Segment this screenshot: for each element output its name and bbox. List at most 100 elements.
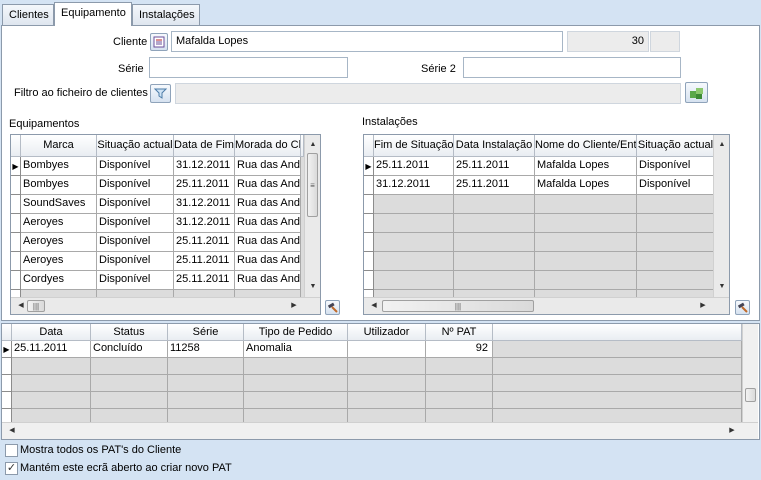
table-cell[interactable]: Disponível <box>97 233 174 252</box>
vertical-scroll-thumb[interactable] <box>745 388 756 402</box>
table-cell[interactable]: Disponível <box>97 157 174 176</box>
tab-clientes[interactable]: Clientes <box>2 4 54 25</box>
table-cell[interactable]: Disponível <box>97 176 174 195</box>
row-indicator[interactable] <box>11 176 21 195</box>
table-cell[interactable]: Disponível <box>97 252 174 271</box>
column-header-2[interactable]: Data de Fim <box>174 135 235 157</box>
table-cell[interactable]: Mafalda Lopes <box>535 157 637 176</box>
column-header-0[interactable]: Data <box>12 324 91 341</box>
column-header-1[interactable]: Status <box>91 324 168 341</box>
column-header-2[interactable]: Série <box>168 324 244 341</box>
column-header-2[interactable]: Nome do Cliente/Entidade <box>535 135 637 157</box>
row-indicator[interactable] <box>11 214 21 233</box>
vertical-scrollbar[interactable]: ▼ <box>742 324 758 422</box>
column-header-3[interactable]: Situação actual <box>637 135 715 157</box>
table-cell[interactable] <box>348 341 426 358</box>
horizontal-scrollbar[interactable]: ◀ ▶ <box>2 422 758 439</box>
table-cell[interactable]: Rua das Andorinh <box>235 157 301 176</box>
row-indicator[interactable] <box>364 195 374 214</box>
table-cell[interactable]: 25.11.2011 <box>454 176 535 195</box>
table-cell[interactable]: Rua das Andorinh <box>235 252 301 271</box>
horizontal-scrollbar[interactable]: ◀ ▶ ||| <box>364 297 729 314</box>
vertical-scrollbar[interactable]: ▲ ▼ ≡ <box>304 135 320 297</box>
table-cell[interactable]: Aeroyes <box>21 233 97 252</box>
table-cell[interactable]: 31.12.2011 <box>174 195 235 214</box>
row-indicator[interactable]: ▶ <box>11 157 21 176</box>
row-indicator[interactable]: ▶ <box>364 157 374 176</box>
filter-button[interactable] <box>150 84 171 103</box>
table-cell[interactable]: Mafalda Lopes <box>535 176 637 195</box>
column-header-0[interactable]: Fim de Situação <box>374 135 454 157</box>
table-cell[interactable]: Disponível <box>97 271 174 290</box>
column-header-3[interactable]: Tipo de Pedido <box>244 324 348 341</box>
row-indicator[interactable] <box>2 358 12 375</box>
row-indicator[interactable] <box>364 214 374 233</box>
scroll-right-arrow[interactable]: ▶ <box>695 298 711 314</box>
table-cell[interactable]: 25.11.2011 <box>174 252 235 271</box>
scroll-down-arrow[interactable]: ▼ <box>305 279 320 295</box>
table-cell[interactable]: Rua das Andorinh <box>235 233 301 252</box>
table-cell[interactable]: Disponível <box>97 214 174 233</box>
table-cell[interactable]: Rua das Andorinh <box>235 271 301 290</box>
row-indicator[interactable] <box>11 271 21 290</box>
table-cell[interactable]: 25.11.2011 <box>12 341 91 358</box>
column-header-4[interactable]: Utilizador <box>348 324 426 341</box>
table-cell[interactable]: 25.11.2011 <box>174 233 235 252</box>
row-indicator[interactable] <box>11 233 21 252</box>
table-cell[interactable]: Aeroyes <box>21 252 97 271</box>
table-cell[interactable]: 25.11.2011 <box>174 176 235 195</box>
horizontal-scrollbar[interactable]: ◀ ▶ ||| <box>11 297 320 314</box>
scroll-up-arrow[interactable]: ▲ <box>305 137 320 153</box>
horizontal-scroll-thumb[interactable]: ||| <box>382 300 534 312</box>
column-header-1[interactable]: Data Instalação <box>454 135 535 157</box>
vertical-scroll-thumb[interactable]: ≡ <box>307 153 318 217</box>
table-cell[interactable]: Concluído <box>91 341 168 358</box>
table-cell[interactable]: Disponível <box>637 176 715 195</box>
scroll-up-arrow[interactable]: ▲ <box>714 137 729 153</box>
table-cell[interactable]: 92 <box>426 341 493 358</box>
column-header-1[interactable]: Situação actual <box>97 135 174 157</box>
table-cell[interactable]: Aeroyes <box>21 214 97 233</box>
scroll-down-arrow[interactable]: ▼ <box>714 279 729 295</box>
tab-instalacoes[interactable]: Instalações <box>132 4 200 25</box>
table-cell[interactable]: 31.12.2011 <box>374 176 454 195</box>
row-indicator[interactable] <box>2 375 12 392</box>
table-cell[interactable]: 11258 <box>168 341 244 358</box>
instalacoes-grid[interactable]: Fim de Situação Data Instalação Nome do Cl… <box>363 134 730 315</box>
scroll-right-arrow[interactable]: ▶ <box>286 298 302 314</box>
serie-input[interactable] <box>149 57 348 78</box>
show-all-pats-checkbox[interactable] <box>5 444 18 457</box>
scroll-left-arrow[interactable]: ◀ <box>366 298 382 314</box>
inst-edit-button[interactable] <box>735 300 750 315</box>
row-indicator[interactable] <box>364 176 374 195</box>
equipamentos-grid[interactable]: Marca Situação actual Data de Fim Morada do… <box>10 134 321 315</box>
keep-open-checkbox[interactable]: ✓ <box>5 462 18 475</box>
scroll-left-arrow[interactable]: ◀ <box>4 423 20 439</box>
table-cell[interactable]: 25.11.2011 <box>454 157 535 176</box>
cliente-lookup-button[interactable] <box>150 33 168 51</box>
table-cell[interactable]: SoundSaves <box>21 195 97 214</box>
column-header-3[interactable]: Morada do Cl <box>235 135 301 157</box>
row-indicator[interactable] <box>11 252 21 271</box>
column-header-0[interactable]: Marca <box>21 135 97 157</box>
table-cell[interactable]: Bombyes <box>21 157 97 176</box>
row-indicator[interactable] <box>2 392 12 409</box>
horizontal-scroll-thumb[interactable]: ||| <box>27 300 45 312</box>
table-cell[interactable]: 31.12.2011 <box>174 214 235 233</box>
row-indicator[interactable] <box>364 252 374 271</box>
table-cell[interactable]: 25.11.2011 <box>374 157 454 176</box>
table-cell[interactable]: Rua das Andorinh <box>235 214 301 233</box>
scroll-right-arrow[interactable]: ▶ <box>724 423 740 439</box>
column-header-5[interactable]: Nº PAT <box>426 324 493 341</box>
table-cell[interactable]: 31.12.2011 <box>174 157 235 176</box>
table-cell[interactable]: Rua das Andorinh <box>235 195 301 214</box>
table-cell[interactable]: Anomalia <box>244 341 348 358</box>
row-indicator[interactable] <box>364 233 374 252</box>
row-indicator[interactable] <box>364 271 374 290</box>
table-cell[interactable]: 25.11.2011 <box>174 271 235 290</box>
equip-edit-button[interactable] <box>325 300 340 315</box>
pat-grid[interactable]: Data Status Série Tipo de Pedido Utilizador N… <box>2 324 758 439</box>
tab-equipamento[interactable]: Equipamento <box>54 2 132 26</box>
table-cell[interactable]: Cordyes <box>21 271 97 290</box>
table-cell[interactable]: Rua das Andorinh <box>235 176 301 195</box>
